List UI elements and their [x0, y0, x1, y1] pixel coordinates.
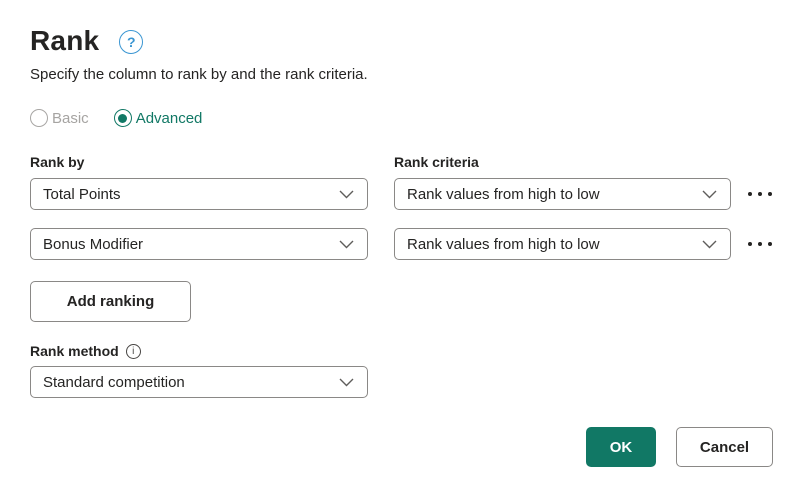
chevron-down-icon	[339, 378, 354, 387]
rank-criteria-dropdown-1[interactable]: Rank values from high to low	[394, 178, 731, 210]
more-options-icon[interactable]	[746, 236, 774, 252]
radio-circle-selected-icon	[114, 109, 132, 127]
rank-criteria-value-1: Rank values from high to low	[407, 186, 600, 203]
help-icon[interactable]: ?	[119, 30, 143, 54]
rank-by-value-2: Bonus Modifier	[43, 236, 143, 253]
rank-criteria-dropdown-2[interactable]: Rank values from high to low	[394, 228, 731, 260]
rank-method-label: Rank method	[30, 343, 119, 359]
rank-dialog: Rank ? Specify the column to rank by and…	[0, 0, 803, 499]
rank-method-value: Standard competition	[43, 374, 185, 391]
radio-circle-icon	[30, 109, 48, 127]
more-options-icon[interactable]	[746, 186, 774, 202]
field-labels-row: Rank by Rank criteria	[30, 154, 773, 170]
cancel-button[interactable]: Cancel	[676, 427, 773, 467]
page-title: Rank	[30, 25, 99, 57]
info-icon[interactable]: i	[126, 344, 141, 359]
rank-by-dropdown-1[interactable]: Total Points	[30, 178, 368, 210]
dialog-footer: OK Cancel	[586, 427, 773, 467]
rank-method-label-row: Rank method i	[30, 343, 773, 359]
dialog-subtitle: Specify the column to rank by and the ra…	[30, 66, 773, 83]
mode-radio-group: Basic Advanced	[30, 109, 773, 127]
ranking-rows: Total Points Rank values from high to lo…	[30, 178, 773, 260]
radio-basic[interactable]: Basic	[30, 109, 89, 127]
rank-criteria-value-2: Rank values from high to low	[407, 236, 600, 253]
rank-criteria-cell-1: Rank values from high to low	[394, 178, 774, 210]
rank-by-dropdown-2[interactable]: Bonus Modifier	[30, 228, 368, 260]
chevron-down-icon	[702, 190, 717, 199]
radio-advanced[interactable]: Advanced	[114, 109, 203, 127]
radio-basic-label: Basic	[52, 110, 89, 127]
rank-method-dropdown[interactable]: Standard competition	[30, 366, 368, 398]
chevron-down-icon	[702, 240, 717, 249]
rank-by-value-1: Total Points	[43, 186, 121, 203]
chevron-down-icon	[339, 240, 354, 249]
rank-criteria-cell-2: Rank values from high to low	[394, 228, 774, 260]
rank-by-label: Rank by	[30, 154, 368, 170]
radio-advanced-label: Advanced	[136, 110, 203, 127]
ok-button[interactable]: OK	[586, 427, 656, 467]
rank-criteria-label: Rank criteria	[394, 154, 773, 170]
chevron-down-icon	[339, 190, 354, 199]
add-ranking-button[interactable]: Add ranking	[30, 281, 191, 322]
title-row: Rank ?	[30, 25, 773, 57]
